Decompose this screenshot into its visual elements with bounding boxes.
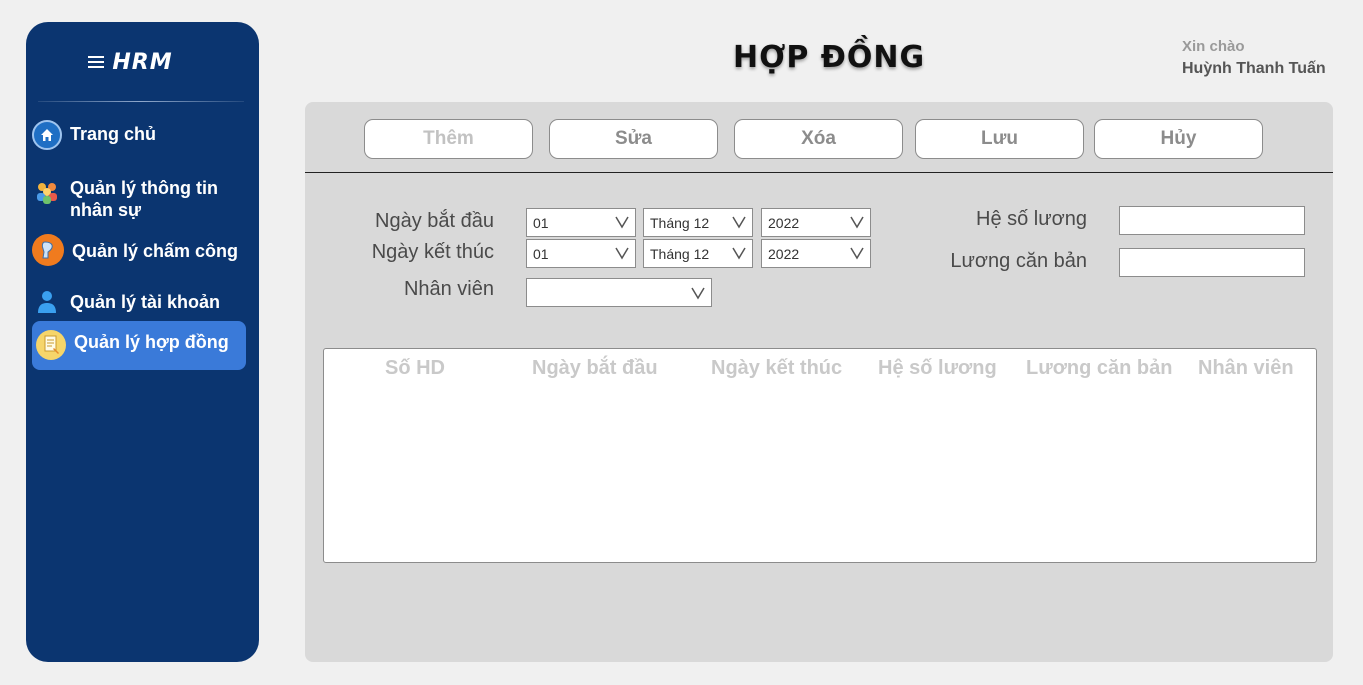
chevron-down-icon [691,287,705,300]
end-year-select[interactable]: 2022 [761,239,871,268]
logo-speed-lines [88,56,104,71]
home-icon [32,120,62,150]
cancel-button[interactable]: Hủy [1094,119,1263,159]
chevron-down-icon [850,216,864,229]
chevron-down-icon [615,247,629,260]
sidebar-item-accounts[interactable]: Quản lý tài khoản [32,287,246,317]
salary-coefficient-input[interactable] [1119,206,1305,235]
sidebar-item-employee-info[interactable]: Quản lý thông tin nhân sự [32,177,246,221]
end-month-select[interactable]: Tháng 12 [643,239,753,268]
sidebar-item-timekeeping[interactable]: Quản lý chấm công [32,234,246,266]
base-salary-input[interactable] [1119,248,1305,277]
column-header-contract-no[interactable]: Số HD [385,357,445,380]
user-name: Huỳnh Thanh Tuấn [1182,60,1326,77]
toolbar-divider [305,172,1333,173]
salary-coefficient-label: Hệ số lương [976,208,1087,230]
column-header-salary-coefficient[interactable]: Hệ số lương [878,357,997,380]
contract-icon [36,330,66,360]
sidebar-item-label: Quản lý tài khoản [70,292,221,312]
employee-select[interactable] [526,278,712,307]
chevron-down-icon [615,216,629,229]
sidebar-divider [38,101,244,102]
end-day-select[interactable]: 01 [526,239,636,268]
column-header-base-salary[interactable]: Lương căn bản [1026,357,1172,380]
employee-label: Nhân viên [403,278,494,300]
add-button[interactable]: Thêm [364,119,533,159]
start-year-select[interactable]: 2022 [761,208,871,237]
sidebar-item-label: Quản lý chấm công [72,241,239,261]
edit-button[interactable]: Sửa [549,119,718,159]
column-header-start-date[interactable]: Ngày bắt đầu [532,357,658,380]
select-value: 2022 [768,214,800,231]
page-title: HỢP ĐỒNG [733,40,926,75]
save-button[interactable]: Lưu [915,119,1084,159]
select-value: 01 [533,245,549,262]
select-value: 01 [533,214,549,231]
contracts-table[interactable]: Số HD Ngày bắt đầu Ngày kết thúc Hệ số l… [323,348,1317,563]
sidebar-item-label: Quản lý hợp đồng [74,332,229,352]
sidebar-item-label: Quản lý thông tin nhân sự [70,178,218,220]
select-value: Tháng 12 [650,245,710,262]
chevron-down-icon [732,216,746,229]
people-icon [32,177,62,207]
end-date-label: Ngày kết thúc [371,241,494,263]
hrm-logo: HRM [26,50,259,75]
start-day-select[interactable]: 01 [526,208,636,237]
sidebar-item-home[interactable]: Trang chủ [32,120,246,150]
sidebar-item-contracts[interactable]: Quản lý hợp đồng [32,321,246,370]
greeting-text: Xin chào [1182,38,1245,55]
sidebar: HRM Trang chủ Quản lý thông tin nhân sự … [26,22,259,662]
user-icon [32,287,62,317]
timekeeping-icon [32,234,64,266]
logo-text: HRM [112,50,173,75]
column-header-end-date[interactable]: Ngày kết thúc [711,357,842,380]
sidebar-item-label: Trang chủ [70,124,157,144]
base-salary-label: Lương căn bản [950,250,1087,272]
start-date-label: Ngày bắt đầu [375,210,494,232]
contract-panel: Thêm Sửa Xóa Lưu Hủy Ngày bắt đầu Ngày k… [305,102,1333,662]
select-value: Tháng 12 [650,214,710,231]
chevron-down-icon [850,247,864,260]
chevron-down-icon [732,247,746,260]
select-value: 2022 [768,245,800,262]
delete-button[interactable]: Xóa [734,119,903,159]
column-header-employee[interactable]: Nhân viên [1198,357,1294,380]
start-month-select[interactable]: Tháng 12 [643,208,753,237]
